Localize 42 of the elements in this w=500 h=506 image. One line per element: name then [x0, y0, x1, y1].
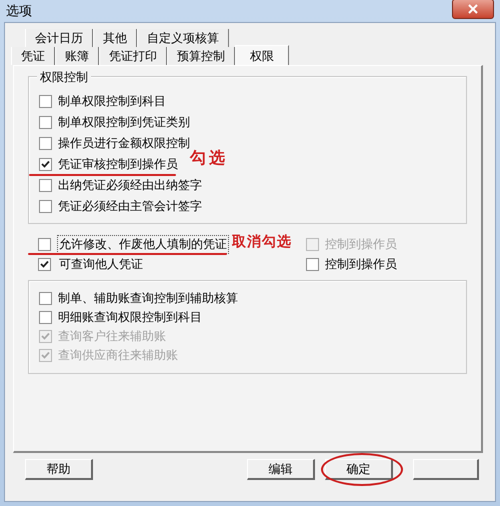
- checkbox[interactable]: [39, 95, 52, 108]
- tab[interactable]: 自定义项核算: [137, 29, 229, 47]
- checkbox-label: 明细账查询权限控制到科目: [58, 309, 202, 326]
- checkbox[interactable]: [39, 200, 52, 213]
- checkbox[interactable]: [306, 258, 319, 270]
- checkbox[interactable]: [39, 137, 52, 150]
- window-title: 选项: [6, 3, 32, 20]
- dialog-button[interactable]: 确定: [325, 459, 393, 480]
- checkbox[interactable]: [38, 238, 51, 250]
- tab[interactable]: 凭证: [11, 47, 55, 65]
- checkbox-label: 可查询他人凭证: [58, 256, 144, 272]
- dialog-button[interactable]: [413, 459, 479, 480]
- checkbox[interactable]: [39, 311, 52, 324]
- checkbox-label: 凭证审核控制到操作员: [58, 156, 178, 173]
- tab[interactable]: 凭证打印: [99, 47, 167, 65]
- checkbox[interactable]: [38, 258, 51, 270]
- checkbox-label: 出纳凭证必须经由出纳签字: [58, 177, 202, 194]
- tab[interactable]: 会计日历: [25, 29, 93, 47]
- annotation-note: 勾选: [190, 148, 228, 169]
- tab[interactable]: 预算控制: [167, 47, 235, 65]
- dialog-button[interactable]: 编辑: [247, 459, 315, 480]
- checkbox-label: 凭证必须经由主管会计签字: [58, 198, 202, 215]
- tab[interactable]: 账簿: [55, 47, 99, 65]
- dialog-button[interactable]: 帮助: [25, 459, 93, 480]
- checkbox-label: 制单、辅助账查询控制到辅助核算: [58, 290, 238, 307]
- tab[interactable]: 权限: [235, 45, 289, 65]
- checkbox-label: 查询客户往来辅助账: [58, 328, 166, 345]
- checkbox[interactable]: [39, 116, 52, 129]
- checkbox[interactable]: [39, 292, 52, 305]
- checkbox[interactable]: [39, 158, 52, 171]
- annotation-note: 取消勾选: [232, 233, 292, 251]
- checkbox-label: 制单权限控制到凭证类别: [58, 114, 190, 131]
- group-title: 权限控制: [37, 69, 91, 86]
- checkbox-label: 查询供应商往来辅助账: [58, 347, 178, 364]
- tab[interactable]: 其他: [93, 29, 137, 47]
- close-button[interactable]: [452, 0, 494, 19]
- checkbox-label: 制单权限控制到科目: [58, 93, 166, 110]
- checkbox-label: 操作员进行金额权限控制: [58, 135, 190, 150]
- checkbox[interactable]: [39, 179, 52, 192]
- checkbox-label: 控制到操作员: [325, 236, 397, 252]
- close-icon: [468, 4, 478, 14]
- checkbox-label: 控制到操作员: [325, 256, 397, 272]
